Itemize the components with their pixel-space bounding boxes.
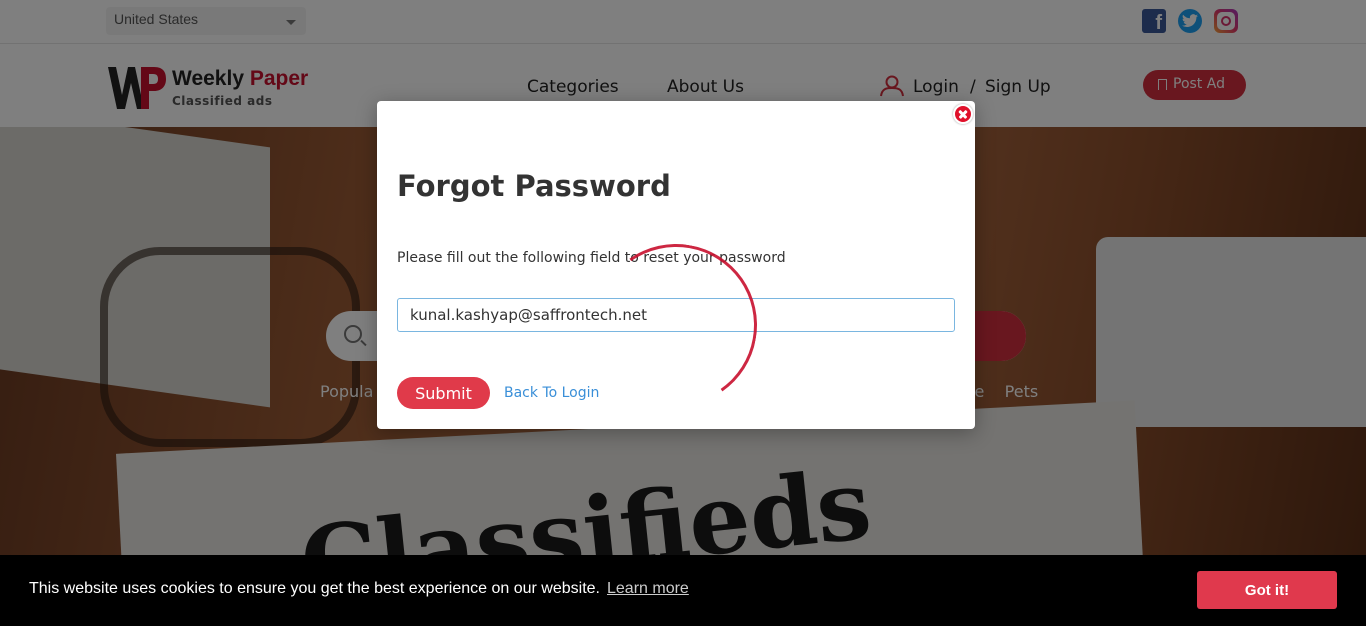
got-it-button[interactable]: Got it! <box>1197 571 1337 609</box>
learn-more-link[interactable]: Learn more <box>607 580 689 598</box>
cookie-message: This website uses cookies to ensure you … <box>29 580 600 597</box>
modal-title: Forgot Password <box>397 169 671 203</box>
submit-button[interactable]: Submit <box>397 377 490 409</box>
cookie-banner: This website uses cookies to ensure you … <box>0 555 1366 626</box>
modal-description: Please fill out the following field to r… <box>397 250 786 266</box>
email-field[interactable] <box>397 298 955 332</box>
back-to-login-link[interactable]: Back To Login <box>504 385 599 401</box>
forgot-password-modal: Forgot Password Please fill out the foll… <box>377 101 975 429</box>
close-icon[interactable] <box>953 104 973 124</box>
